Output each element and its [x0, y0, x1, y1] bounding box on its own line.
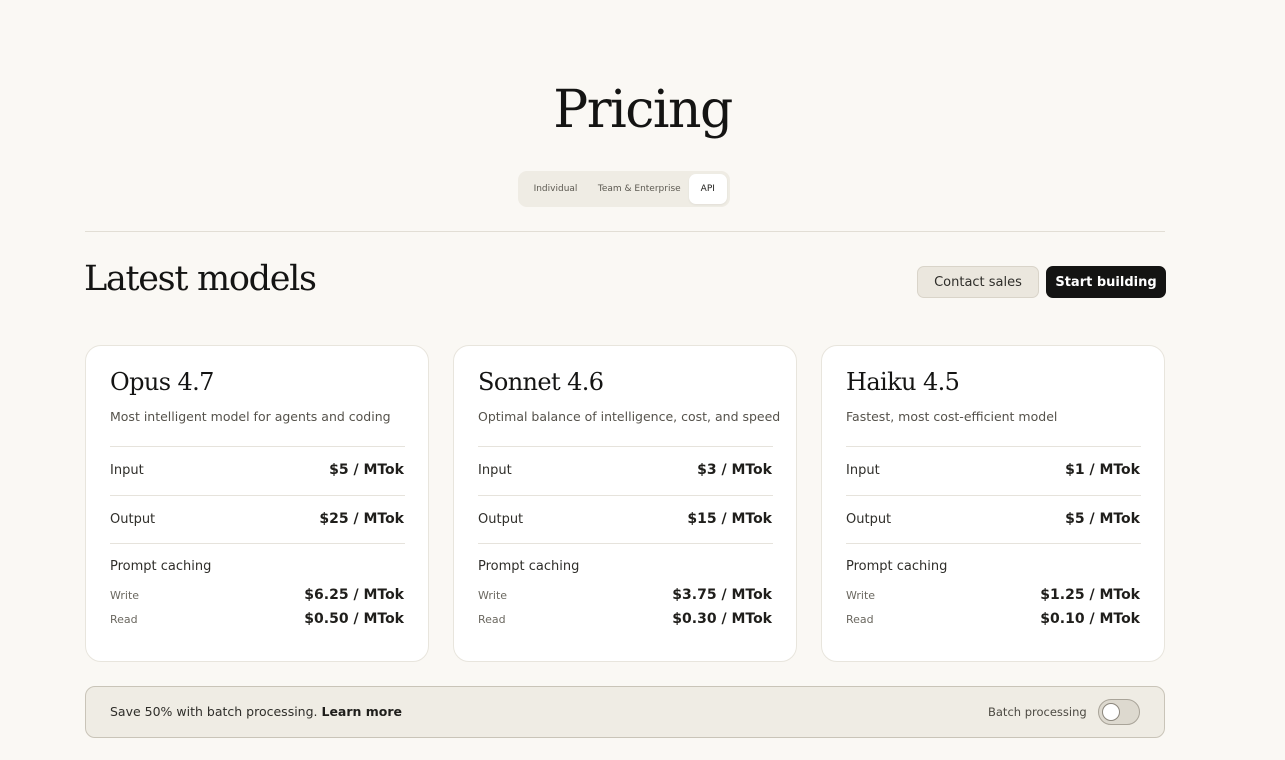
model-card-sonnet: Sonnet 4.6 Optimal balance of intelligen…	[453, 345, 797, 662]
model-card-haiku: Haiku 4.5 Fastest, most cost-efficient m…	[821, 345, 1165, 662]
prompt-caching-label: Prompt caching	[846, 559, 948, 574]
output-price: $25 / MTok	[319, 511, 404, 527]
model-name: Haiku 4.5	[846, 368, 960, 396]
read-label: Read	[110, 613, 138, 626]
output-label: Output	[846, 512, 892, 527]
model-description: Fastest, most cost-efficient model	[846, 409, 1058, 424]
batch-savings-text: Save 50% with batch processing. Learn mo…	[110, 704, 402, 719]
input-price: $1 / MTok	[1065, 462, 1140, 478]
row-divider	[846, 495, 1141, 496]
input-price: $5 / MTok	[329, 462, 404, 478]
read-price: $0.10 / MTok	[1040, 611, 1140, 627]
output-label: Output	[478, 512, 524, 527]
output-price: $15 / MTok	[687, 511, 772, 527]
write-price: $6.25 / MTok	[304, 587, 404, 603]
row-divider	[110, 543, 405, 544]
tab-api[interactable]: API	[688, 174, 727, 204]
model-description: Most intelligent model for agents and co…	[110, 409, 391, 424]
model-card-opus: Opus 4.7 Most intelligent model for agen…	[85, 345, 429, 662]
row-divider	[110, 446, 405, 447]
row-divider	[846, 446, 1141, 447]
read-label: Read	[478, 613, 506, 626]
row-divider	[478, 495, 773, 496]
output-price: $5 / MTok	[1065, 511, 1140, 527]
prompt-caching-label: Prompt caching	[478, 559, 580, 574]
batch-savings-message: Save 50% with batch processing.	[110, 704, 322, 719]
batch-processing-toggle[interactable]	[1098, 699, 1140, 725]
write-label: Write	[110, 589, 140, 602]
write-label: Write	[478, 589, 508, 602]
output-label: Output	[110, 512, 156, 527]
write-price: $3.75 / MTok	[672, 587, 772, 603]
input-price: $3 / MTok	[697, 462, 772, 478]
model-name: Opus 4.7	[110, 368, 214, 396]
toggle-knob	[1102, 703, 1120, 721]
input-label: Input	[478, 463, 512, 478]
plan-tab-switcher: Individual Team & Enterprise API	[518, 171, 730, 207]
row-divider	[846, 543, 1141, 544]
learn-more-link[interactable]: Learn more	[321, 704, 402, 719]
prompt-caching-label: Prompt caching	[110, 559, 212, 574]
page-title: Pricing	[553, 79, 733, 140]
contact-sales-button[interactable]: Contact sales	[917, 266, 1039, 298]
tab-team-enterprise[interactable]: Team & Enterprise	[590, 174, 689, 204]
model-description: Optimal balance of intelligence, cost, a…	[478, 409, 781, 424]
read-label: Read	[846, 613, 874, 626]
section-divider	[85, 231, 1165, 232]
row-divider	[478, 446, 773, 447]
tab-individual[interactable]: Individual	[521, 174, 590, 204]
model-name: Sonnet 4.6	[478, 368, 604, 396]
read-price: $0.30 / MTok	[672, 611, 772, 627]
batch-processing-label: Batch processing	[988, 705, 1087, 719]
read-price: $0.50 / MTok	[304, 611, 404, 627]
write-label: Write	[846, 589, 876, 602]
input-label: Input	[846, 463, 880, 478]
input-label: Input	[110, 463, 144, 478]
section-title: Latest models	[84, 259, 317, 299]
row-divider	[478, 543, 773, 544]
start-building-button[interactable]: Start building	[1046, 266, 1166, 298]
write-price: $1.25 / MTok	[1040, 587, 1140, 603]
batch-processing-banner: Save 50% with batch processing. Learn mo…	[85, 686, 1165, 738]
row-divider	[110, 495, 405, 496]
